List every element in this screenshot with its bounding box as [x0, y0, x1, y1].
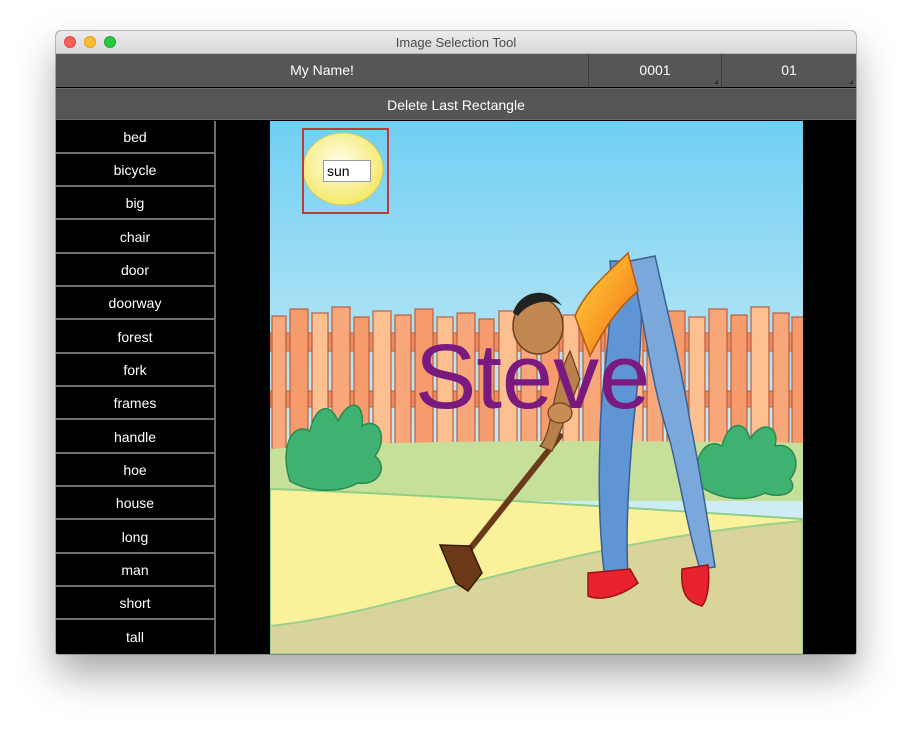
overlay-name-text: Steve: [415, 326, 651, 428]
word-item[interactable]: chair: [56, 221, 214, 254]
word-item[interactable]: short: [56, 587, 214, 620]
word-item[interactable]: big: [56, 187, 214, 220]
word-item[interactable]: hoe: [56, 454, 214, 487]
header-row: My Name! 0001 01: [56, 54, 856, 87]
id-field-1[interactable]: 0001: [589, 54, 722, 87]
id-field-1-value: 0001: [639, 62, 671, 78]
word-item[interactable]: door: [56, 254, 214, 287]
resize-grip-icon: [849, 80, 853, 84]
resize-grip-icon: [714, 80, 718, 84]
selection-rectangle[interactable]: [302, 128, 389, 214]
selection-label-input[interactable]: [323, 160, 371, 182]
word-item[interactable]: house: [56, 487, 214, 520]
word-item[interactable]: tall: [56, 621, 214, 654]
word-item[interactable]: long: [56, 521, 214, 554]
app-window: Image Selection Tool My Name! 0001 01 De…: [56, 31, 856, 654]
id-field-2-value: 01: [781, 62, 797, 78]
window-title: Image Selection Tool: [395, 35, 517, 50]
name-field[interactable]: My Name!: [56, 54, 589, 87]
word-item[interactable]: bicycle: [56, 154, 214, 187]
delete-last-rectangle-button[interactable]: Delete Last Rectangle: [56, 88, 856, 120]
word-item[interactable]: frames: [56, 387, 214, 420]
scene-illustration[interactable]: Steve: [270, 121, 803, 654]
image-canvas[interactable]: Steve: [217, 121, 856, 654]
word-item[interactable]: doorway: [56, 287, 214, 320]
word-list: bed bicycle big chair door doorway fores…: [56, 121, 216, 654]
word-item[interactable]: fork: [56, 354, 214, 387]
title-bar: Image Selection Tool: [56, 31, 856, 54]
id-field-2[interactable]: 01: [722, 54, 856, 87]
word-item[interactable]: man: [56, 554, 214, 587]
word-item[interactable]: handle: [56, 421, 214, 454]
word-item[interactable]: forest: [56, 321, 214, 354]
word-item[interactable]: bed: [56, 121, 214, 154]
